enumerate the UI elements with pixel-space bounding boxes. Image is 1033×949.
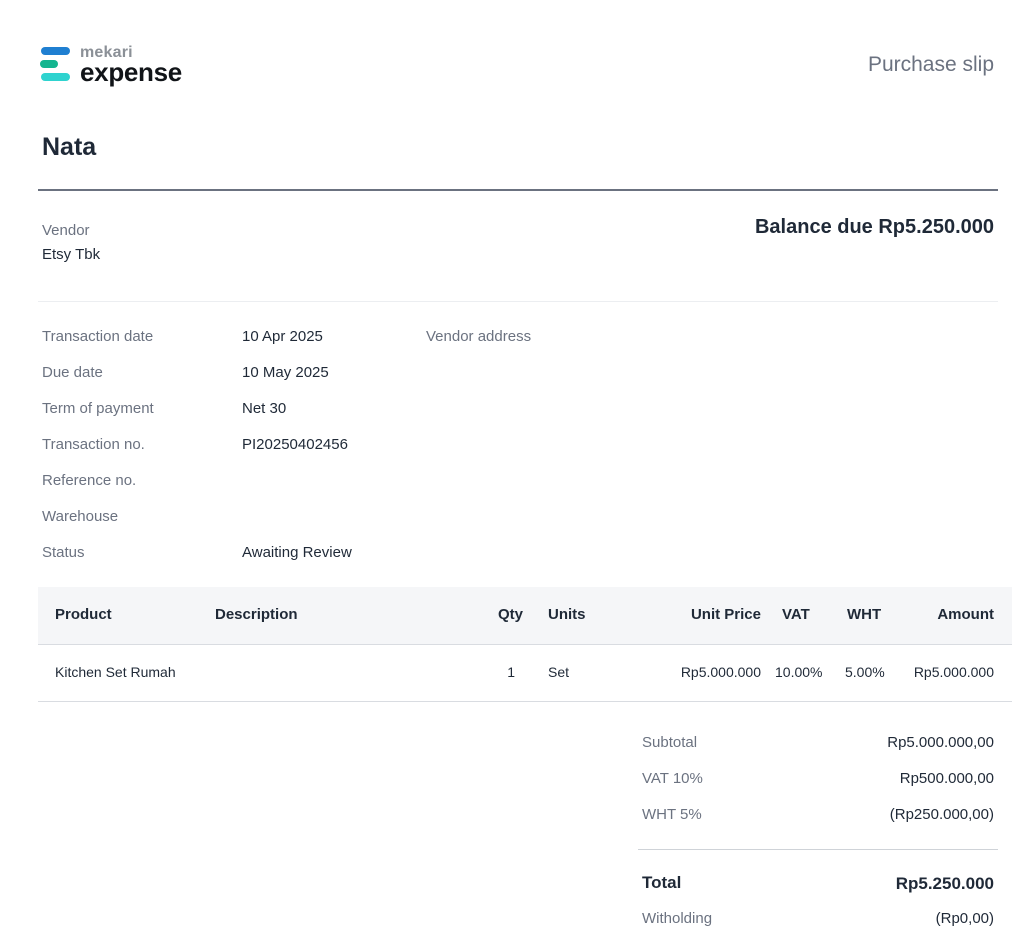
row-product: Kitchen Set Rumah <box>55 664 176 680</box>
row-vat: 10.00% <box>775 664 823 680</box>
transaction-date-label: Transaction date <box>42 328 154 345</box>
summary-divider <box>638 849 998 850</box>
section-divider <box>38 301 998 302</box>
logo-mark-icon <box>40 47 70 81</box>
withholding-label: Witholding <box>642 910 713 927</box>
column-header-vat: VAT <box>782 606 810 623</box>
row-wht: 5.00% <box>845 664 885 680</box>
row-units: Set <box>548 664 570 680</box>
vendor-address-label: Vendor address <box>426 328 532 345</box>
warehouse-label: Warehouse <box>42 508 119 525</box>
document-type-title: Purchase slip <box>867 53 994 76</box>
total-value: Rp5.250.000 <box>895 874 994 893</box>
column-header-units: Units <box>548 606 586 623</box>
subtotal-label: Subtotal <box>642 734 698 751</box>
column-header-unit-price: Unit Price <box>690 606 761 623</box>
balance-due: Balance due Rp5.250.000 <box>754 216 994 238</box>
row-qty: 1 <box>507 664 515 680</box>
column-header-wht: WHT <box>847 606 882 623</box>
table-bottom-divider <box>38 701 1012 702</box>
row-unit-price: Rp5.000.000 <box>680 664 761 680</box>
column-header-product: Product <box>55 606 112 623</box>
due-date-label: Due date <box>42 364 103 381</box>
wht-label: WHT 5% <box>642 806 702 823</box>
vat-label: VAT 10% <box>642 770 703 787</box>
term-of-payment-value: Net 30 <box>242 400 287 417</box>
vendor-name: Etsy Tbk <box>42 246 101 263</box>
withholding-value: (Rp0,00) <box>935 910 994 927</box>
reference-no-label: Reference no. <box>42 472 137 489</box>
term-of-payment-label: Term of payment <box>42 400 154 417</box>
due-date-value: 10 May 2025 <box>242 364 329 381</box>
vat-value: Rp500.000,00 <box>899 770 994 787</box>
transaction-no-label: Transaction no. <box>42 436 145 453</box>
transaction-date-value: 10 Apr 2025 <box>242 328 323 345</box>
status-value: Awaiting Review <box>242 544 352 561</box>
column-header-qty: Qty <box>497 606 523 623</box>
column-header-amount: Amount <box>937 606 994 623</box>
total-label: Total <box>642 873 682 892</box>
row-amount: Rp5.000.000 <box>913 664 994 680</box>
wht-value: (Rp250.000,00) <box>889 806 994 823</box>
vendor-label: Vendor <box>42 222 90 239</box>
column-header-description: Description <box>215 606 298 623</box>
transaction-no-value: PI20250402456 <box>242 436 348 453</box>
logo-word-expense: expense <box>80 57 182 87</box>
status-label: Status <box>42 544 85 561</box>
mekari-expense-logo: mekari expense <box>40 44 190 88</box>
header-divider <box>38 189 998 191</box>
entity-name: Nata <box>42 133 97 161</box>
subtotal-value: Rp5.000.000,00 <box>887 734 994 751</box>
